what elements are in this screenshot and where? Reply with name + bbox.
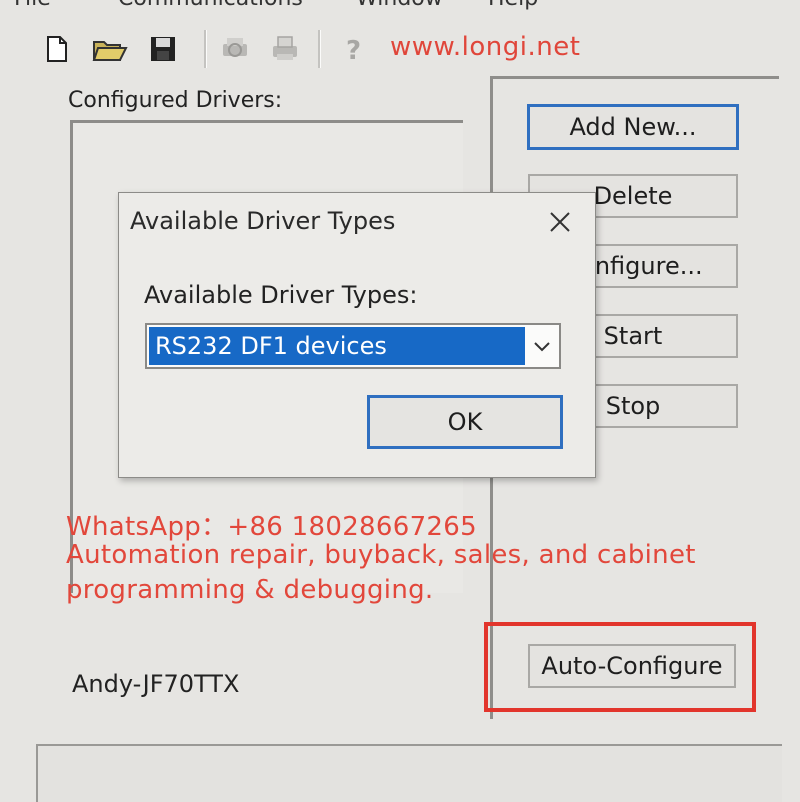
status-bar	[36, 744, 782, 802]
driver-type-selected-value: RS232 DF1 devices	[149, 327, 525, 365]
svg-text:?: ?	[346, 36, 361, 64]
ok-button[interactable]: OK	[367, 395, 563, 449]
new-file-icon[interactable]	[42, 34, 72, 64]
menu-file[interactable]: File	[14, 0, 51, 11]
computer-name: Andy-JF70TTX	[72, 670, 240, 698]
print-preview-icon[interactable]	[220, 34, 250, 64]
watermark-service-line-2: programming & debugging.	[66, 575, 434, 605]
close-icon[interactable]	[543, 205, 577, 239]
toolbar-separator	[204, 30, 207, 68]
help-icon[interactable]: ?	[338, 34, 368, 64]
highlight-box	[484, 622, 756, 712]
print-icon[interactable]	[270, 34, 300, 64]
watermark-whatsapp: WhatsApp：+86 18028667265	[66, 512, 477, 542]
add-new-button[interactable]: Add New...	[527, 104, 739, 150]
watermark-service-line-1: Automation repair, buyback, sales, and c…	[66, 540, 696, 570]
menu-window[interactable]: Window	[356, 0, 443, 11]
save-icon[interactable]	[148, 34, 178, 64]
menu-bar: File Communications Window Help	[0, 0, 800, 20]
available-driver-types-dialog: Available Driver Types Available Driver …	[118, 192, 596, 478]
driver-types-label: Available Driver Types:	[144, 281, 418, 309]
chevron-down-icon[interactable]	[531, 335, 553, 357]
configured-drivers-label: Configured Drivers:	[68, 88, 283, 113]
open-folder-icon[interactable]	[92, 34, 128, 64]
dialog-title: Available Driver Types	[130, 207, 396, 235]
toolbar-separator	[318, 30, 321, 68]
watermark-url: www.longi.net	[390, 32, 581, 62]
menu-help[interactable]: Help	[488, 0, 538, 11]
driver-type-select[interactable]: RS232 DF1 devices	[145, 323, 561, 369]
menu-communications[interactable]: Communications	[118, 0, 303, 11]
